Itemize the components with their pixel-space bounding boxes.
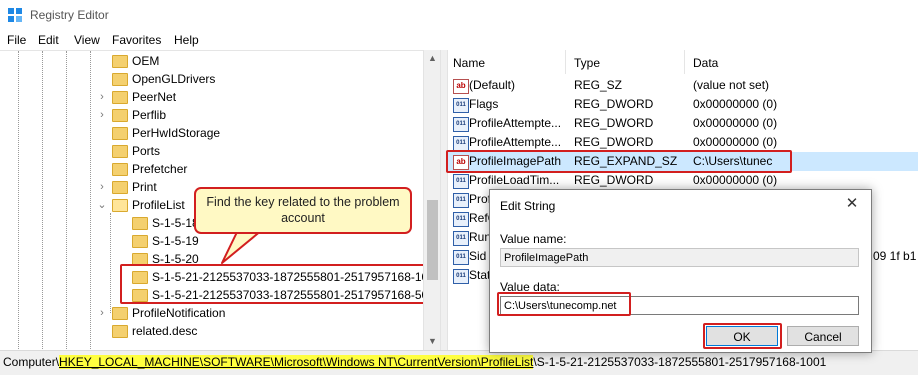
dword-value-icon: 011 — [453, 136, 469, 151]
title-bar: Registry Editor — [0, 0, 918, 30]
dword-value-icon: 011 — [453, 231, 469, 246]
dword-value-icon: 011 — [453, 269, 469, 284]
status-path-highlighted: HKEY_LOCAL_MACHINE\SOFTWARE\Microsoft\Wi… — [59, 355, 534, 369]
menu-file[interactable]: File — [7, 33, 26, 47]
tree-item-label: Perflib — [132, 108, 167, 122]
folder-icon — [132, 217, 148, 230]
annotation-callout: Find the key related to the problem acco… — [194, 187, 412, 234]
menu-favorites[interactable]: Favorites — [112, 33, 161, 47]
value-row[interactable]: 011 ProfileLoadTim... REG_DWORD 0x000000… — [447, 171, 918, 190]
callout-text: Find the key related to the problem acco… — [206, 195, 400, 225]
edit-string-dialog: Edit String ✕ Value name: ProfileImagePa… — [489, 189, 872, 353]
dword-value-icon: 011 — [453, 193, 469, 208]
chevron-right-icon[interactable]: › — [96, 91, 108, 103]
profileimagepath-highlight — [446, 150, 792, 173]
menu-help[interactable]: Help — [174, 33, 199, 47]
folder-icon — [112, 145, 128, 158]
window-title: Registry Editor — [30, 8, 109, 22]
tree-item-label: S-1-5-18 — [152, 216, 199, 230]
scroll-thumb[interactable] — [427, 200, 438, 280]
dword-value-icon: 011 — [453, 117, 469, 132]
menu-view[interactable]: View — [74, 33, 100, 47]
sid-keys-highlight — [120, 264, 430, 304]
folder-icon — [112, 109, 128, 122]
dword-value-icon: 011 — [453, 212, 469, 227]
scroll-down-icon[interactable]: ▼ — [424, 333, 441, 350]
value-name-field: ProfileImagePath — [500, 248, 859, 267]
tree-item-label: PerHwIdStorage — [132, 126, 221, 140]
value-name-label: Value name: — [500, 232, 567, 246]
value-row[interactable]: ab (Default) REG_SZ (value not set) — [447, 76, 918, 95]
tree-item-label: Print — [132, 180, 157, 194]
column-header-name[interactable]: Name — [453, 56, 485, 70]
folder-icon — [112, 127, 128, 140]
status-path-suffix: \S-1-5-21-2125537033-1872555801-25179571… — [533, 355, 827, 369]
tree-item-label: Ports — [132, 144, 161, 158]
value-data-highlight — [497, 292, 631, 316]
menu-bar: File Edit View Favorites Help — [0, 30, 918, 50]
close-icon[interactable]: ✕ — [841, 194, 863, 214]
scroll-up-icon[interactable]: ▲ — [424, 50, 441, 67]
tree-item-label: ProfileNotification — [132, 306, 226, 320]
tree-scrollbar[interactable]: ▲ ▼ — [423, 50, 441, 350]
folder-icon — [112, 307, 128, 320]
folder-icon — [112, 181, 128, 194]
dword-value-icon: 011 — [453, 98, 469, 113]
column-header-data[interactable]: Data — [693, 56, 718, 70]
ok-button-highlight — [703, 323, 782, 349]
tree-item-label: ProfileList — [132, 198, 185, 212]
folder-open-icon — [112, 199, 128, 212]
tree-item-label: related.desc — [132, 324, 198, 338]
folder-icon — [132, 235, 148, 248]
chevron-right-icon[interactable]: › — [96, 181, 108, 193]
cancel-button[interactable]: Cancel — [787, 326, 859, 346]
dword-value-icon: 011 — [453, 250, 469, 265]
dword-value-icon: 011 — [453, 174, 469, 189]
tree-item-label: PeerNet — [132, 90, 177, 104]
tree-item-label: S-1-5-19 — [152, 234, 199, 248]
menu-edit[interactable]: Edit — [38, 33, 59, 47]
string-value-icon: ab — [453, 79, 469, 94]
value-row[interactable]: 011 ProfileAttempte... REG_DWORD 0x00000… — [447, 114, 918, 133]
chevron-right-icon[interactable]: › — [96, 109, 108, 121]
status-path-prefix: Computer\ — [3, 355, 60, 369]
tree-item-label: Prefetcher — [132, 162, 188, 176]
dialog-title: Edit String — [500, 199, 556, 213]
tree-item-label: OpenGLDrivers — [132, 72, 216, 86]
folder-icon — [112, 91, 128, 104]
folder-icon — [112, 163, 128, 176]
folder-icon — [112, 325, 128, 338]
folder-icon — [112, 73, 128, 86]
chevron-right-icon[interactable]: › — [96, 307, 108, 319]
value-row[interactable]: 011 Flags REG_DWORD 0x00000000 (0) — [447, 95, 918, 114]
folder-icon — [112, 55, 128, 68]
registry-editor-icon — [8, 8, 22, 22]
status-bar: Computer\HKEY_LOCAL_MACHINE\SOFTWARE\Mic… — [0, 350, 918, 375]
tree-item-label: OEM — [132, 54, 160, 68]
column-header-type[interactable]: Type — [574, 56, 600, 70]
chevron-down-icon[interactable]: ⌄ — [96, 199, 108, 211]
